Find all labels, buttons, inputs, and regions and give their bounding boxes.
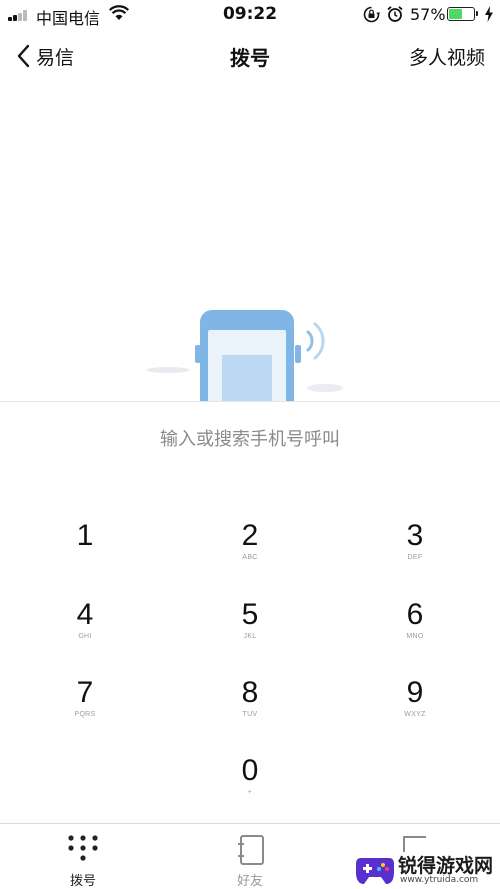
battery-percent: 57% — [410, 5, 446, 24]
dialpad-icon — [68, 835, 98, 861]
dial-key-8[interactable]: 8 TUV — [190, 676, 310, 742]
tab-friends[interactable]: 好友 — [190, 824, 310, 889]
dial-panel: 1 2 ABC 3 DEF 4 GHI 5 JKL 6 MNO 7 PQRS 8… — [0, 401, 500, 823]
dial-key-2[interactable]: 2 ABC — [190, 519, 310, 585]
dial-key-digit: 2 — [241, 519, 259, 552]
dial-key-letters: DEF — [407, 554, 423, 561]
phone-illustration-icon — [146, 310, 343, 402]
dial-key-7[interactable]: 7 PQRS — [25, 676, 145, 742]
dial-key-digit: 3 — [406, 519, 424, 552]
dial-key-digit: 4 — [76, 598, 94, 631]
watermark: 锐得游戏网 www.ytruida.com — [355, 848, 500, 889]
gamepad-logo-icon — [356, 858, 394, 884]
watermark-url: www.ytruida.com — [400, 875, 479, 885]
dial-key-4[interactable]: 4 GHI — [25, 598, 145, 664]
dial-key-letters: MNO — [406, 633, 424, 640]
dial-key-letters: TUV — [242, 711, 258, 718]
dial-key-3[interactable]: 3 DEF — [355, 519, 475, 585]
dial-key-0[interactable]: 0 + — [190, 754, 310, 820]
dial-key-5[interactable]: 5 JKL — [190, 598, 310, 664]
tab-label: 好友 — [236, 874, 263, 889]
dial-key-digit: 0 — [241, 754, 259, 787]
dial-key-digit: 6 — [406, 598, 424, 631]
battery-icon — [447, 7, 478, 21]
tab-label: 拨号 — [69, 874, 96, 889]
phone-number-input[interactable] — [0, 429, 500, 450]
dial-key-digit: 9 — [406, 676, 424, 709]
dial-key-digit: 1 — [76, 519, 94, 552]
contacts-icon — [238, 835, 264, 865]
alarm-icon — [387, 6, 403, 22]
dial-key-letters: WXYZ — [404, 711, 426, 718]
dial-key-6[interactable]: 6 MNO — [355, 598, 475, 664]
dial-key-digit: 5 — [241, 598, 259, 631]
dial-key-digit: 7 — [76, 676, 94, 709]
dial-key-letters: GHI — [78, 633, 92, 640]
watermark-title: 锐得游戏网 — [398, 855, 494, 877]
status-bar: 中国电信 09:22 57% — [0, 0, 500, 30]
dial-key-1[interactable]: 1 — [25, 519, 145, 585]
dial-key-digit: 8 — [241, 676, 259, 709]
dial-key-letters: + — [247, 789, 253, 796]
dial-key-letters: ABC — [242, 554, 258, 561]
rotation-lock-icon — [363, 6, 380, 23]
group-video-button[interactable]: 多人视频 — [409, 43, 485, 70]
dial-key-9[interactable]: 9 WXYZ — [355, 676, 475, 742]
dial-key-letters: PQRS — [74, 711, 96, 718]
tab-dial[interactable]: 拨号 — [23, 824, 143, 889]
charging-icon — [485, 6, 493, 22]
navigation-bar: 易信 拨号 多人视频 — [0, 30, 500, 82]
dial-key-letters: JKL — [243, 633, 257, 640]
